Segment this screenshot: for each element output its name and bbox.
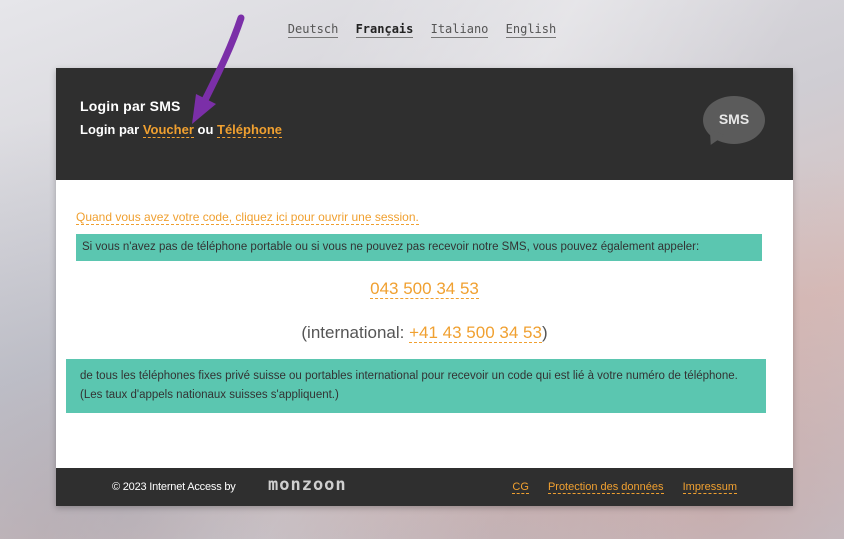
open-session-link[interactable]: Quand vous avez votre code, cliquez ici … [76, 210, 419, 225]
footer-link-cg[interactable]: CG [512, 481, 529, 494]
intl-suffix: ) [541, 323, 548, 342]
no-phone-notice: Si vous n'avez pas de téléphone portable… [76, 234, 762, 261]
lang-deutsch[interactable]: Deutsch [287, 22, 339, 38]
phone-number-link[interactable]: 043 500 34 53 [370, 279, 479, 299]
sms-bubble-label: SMS [718, 111, 750, 127]
card-header: Login par SMS Login par Voucher ou Télép… [56, 68, 793, 180]
voucher-link[interactable]: Voucher [142, 122, 194, 138]
copyright-text: © 2023 Internet Access by [112, 481, 236, 493]
page-title: Login par SMS [80, 98, 181, 114]
login-method-or: ou [193, 122, 218, 137]
intl-prefix: (international: [301, 323, 410, 342]
lang-english[interactable]: English [505, 22, 557, 38]
lang-francais[interactable]: Français [355, 22, 414, 38]
international-number-link[interactable]: +41 43 500 34 53 [409, 323, 542, 343]
footer-link-impressum[interactable]: Impressum [682, 481, 737, 494]
login-method-prefix: Login par [80, 122, 143, 137]
login-method-selector: Login par Voucher ou Téléphone [80, 122, 793, 138]
international-number-line: (international: +41 43 500 34 53) [76, 323, 773, 343]
footer-links: CG Protection des données Impressum [496, 481, 737, 494]
phone-number-line: 043 500 34 53 [76, 279, 773, 299]
language-bar: Deutsch Français Italiano English [0, 22, 844, 38]
call-info-notice: de tous les téléphones fixes privé suiss… [66, 359, 766, 413]
card-footer: © 2023 Internet Access by monzoon CG Pro… [56, 468, 793, 506]
phone-login-link[interactable]: Téléphone [217, 122, 283, 138]
sms-bubble-icon: SMS [703, 96, 765, 149]
card-body: Quand vous avez votre code, cliquez ici … [56, 180, 793, 468]
login-card: Login par SMS Login par Voucher ou Télép… [56, 68, 793, 506]
footer-link-privacy[interactable]: Protection des données [547, 481, 664, 494]
lang-italiano[interactable]: Italiano [430, 22, 489, 38]
monzoon-logo: monzoon [268, 475, 347, 495]
